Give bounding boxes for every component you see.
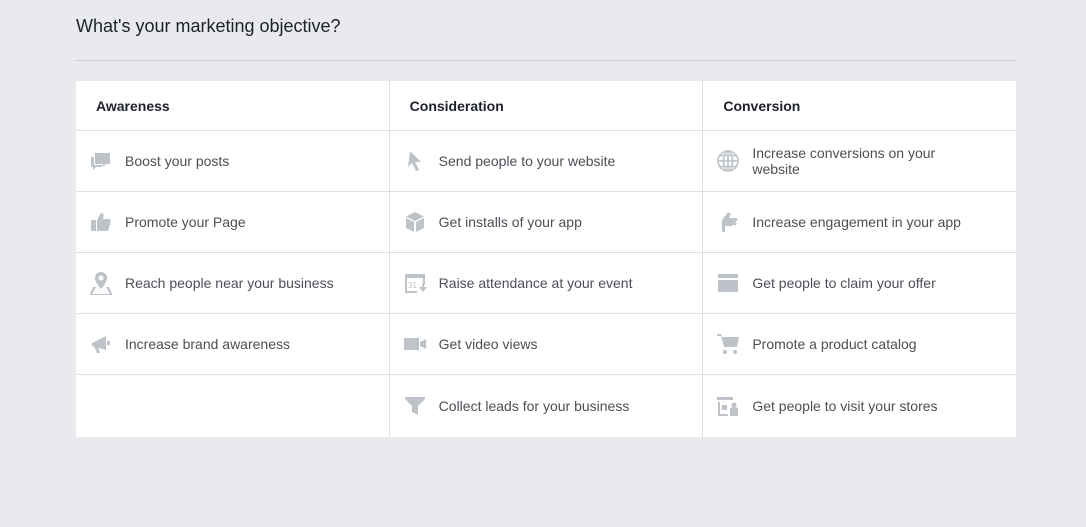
column-header-consideration: Consideration	[389, 81, 703, 131]
speech-bubbles-icon	[88, 148, 114, 174]
globe-icon	[715, 148, 741, 174]
cursor-icon	[402, 148, 428, 174]
store-visit-icon	[715, 393, 741, 419]
objective-label: Increase brand awareness	[125, 336, 290, 352]
objective-reach-local[interactable]: Reach people near your business	[76, 253, 389, 314]
objective-label: Increase conversions on your website	[752, 145, 936, 177]
objective-brand-awareness[interactable]: Increase brand awareness	[76, 314, 389, 375]
shopping-cart-icon	[715, 331, 741, 357]
objective-label: Promote a product catalog	[752, 336, 917, 352]
objective-label: Reach people near your business	[125, 275, 334, 291]
objective-boost-posts[interactable]: Boost your posts	[76, 131, 389, 192]
page-title: What's your marketing objective?	[76, 16, 341, 36]
objective-label: Boost your posts	[125, 153, 230, 169]
location-pin-icon	[88, 270, 114, 296]
objective-label: Send people to your website	[438, 153, 616, 169]
column-awareness: Awareness Boost your posts Promote your …	[76, 81, 389, 437]
hand-icon	[715, 209, 741, 235]
objective-website-traffic[interactable]: Send people to your website	[389, 131, 703, 192]
objective-lead-generation[interactable]: Collect leads for your business	[390, 375, 703, 436]
objective-website-conversions[interactable]: Increase conversions on your website	[703, 131, 1017, 192]
objective-product-catalog[interactable]: Promote a product catalog	[703, 314, 1017, 375]
objective-offer-claims[interactable]: Get people to claim your offer	[703, 253, 1017, 314]
objective-store-visits[interactable]: Get people to visit your stores	[703, 375, 1016, 436]
objective-grid: Awareness Boost your posts Promote your …	[76, 81, 1017, 437]
objective-label: Get people to claim your offer	[752, 275, 936, 291]
storefront-icon	[715, 270, 741, 296]
objective-label: Collect leads for your business	[438, 397, 630, 414]
column-consideration: Consideration Send people to your websit…	[388, 81, 703, 437]
video-camera-icon	[402, 331, 428, 357]
column-conversion: Conversion Increase conversions on your …	[702, 81, 1017, 437]
objective-label: Promote your Page	[125, 214, 246, 230]
objective-label: Get people to visit your stores	[752, 397, 938, 414]
objective-video-views[interactable]: Get video views	[389, 314, 703, 375]
objective-label: Increase engagement in your app	[752, 214, 961, 230]
column-header-awareness: Awareness	[76, 81, 389, 131]
objective-app-installs[interactable]: Get installs of your app	[389, 192, 703, 253]
title-divider	[76, 60, 1016, 61]
calendar-icon: 31	[402, 270, 428, 296]
thumbs-up-icon	[88, 209, 114, 235]
objective-promote-page[interactable]: Promote your Page	[76, 192, 389, 253]
objective-label: Raise attendance at your event	[438, 275, 633, 291]
box-icon	[402, 209, 428, 235]
funnel-icon	[402, 393, 428, 419]
objective-event-responses[interactable]: 31 Raise attendance at your event	[389, 253, 703, 314]
column-header-conversion: Conversion	[703, 81, 1017, 131]
objective-app-engagement[interactable]: Increase engagement in your app	[703, 192, 1017, 253]
objective-label: Get installs of your app	[438, 214, 582, 230]
svg-text:31: 31	[408, 281, 417, 290]
objective-label: Get video views	[438, 336, 538, 352]
empty-cell	[76, 375, 389, 436]
megaphone-icon	[88, 331, 114, 357]
